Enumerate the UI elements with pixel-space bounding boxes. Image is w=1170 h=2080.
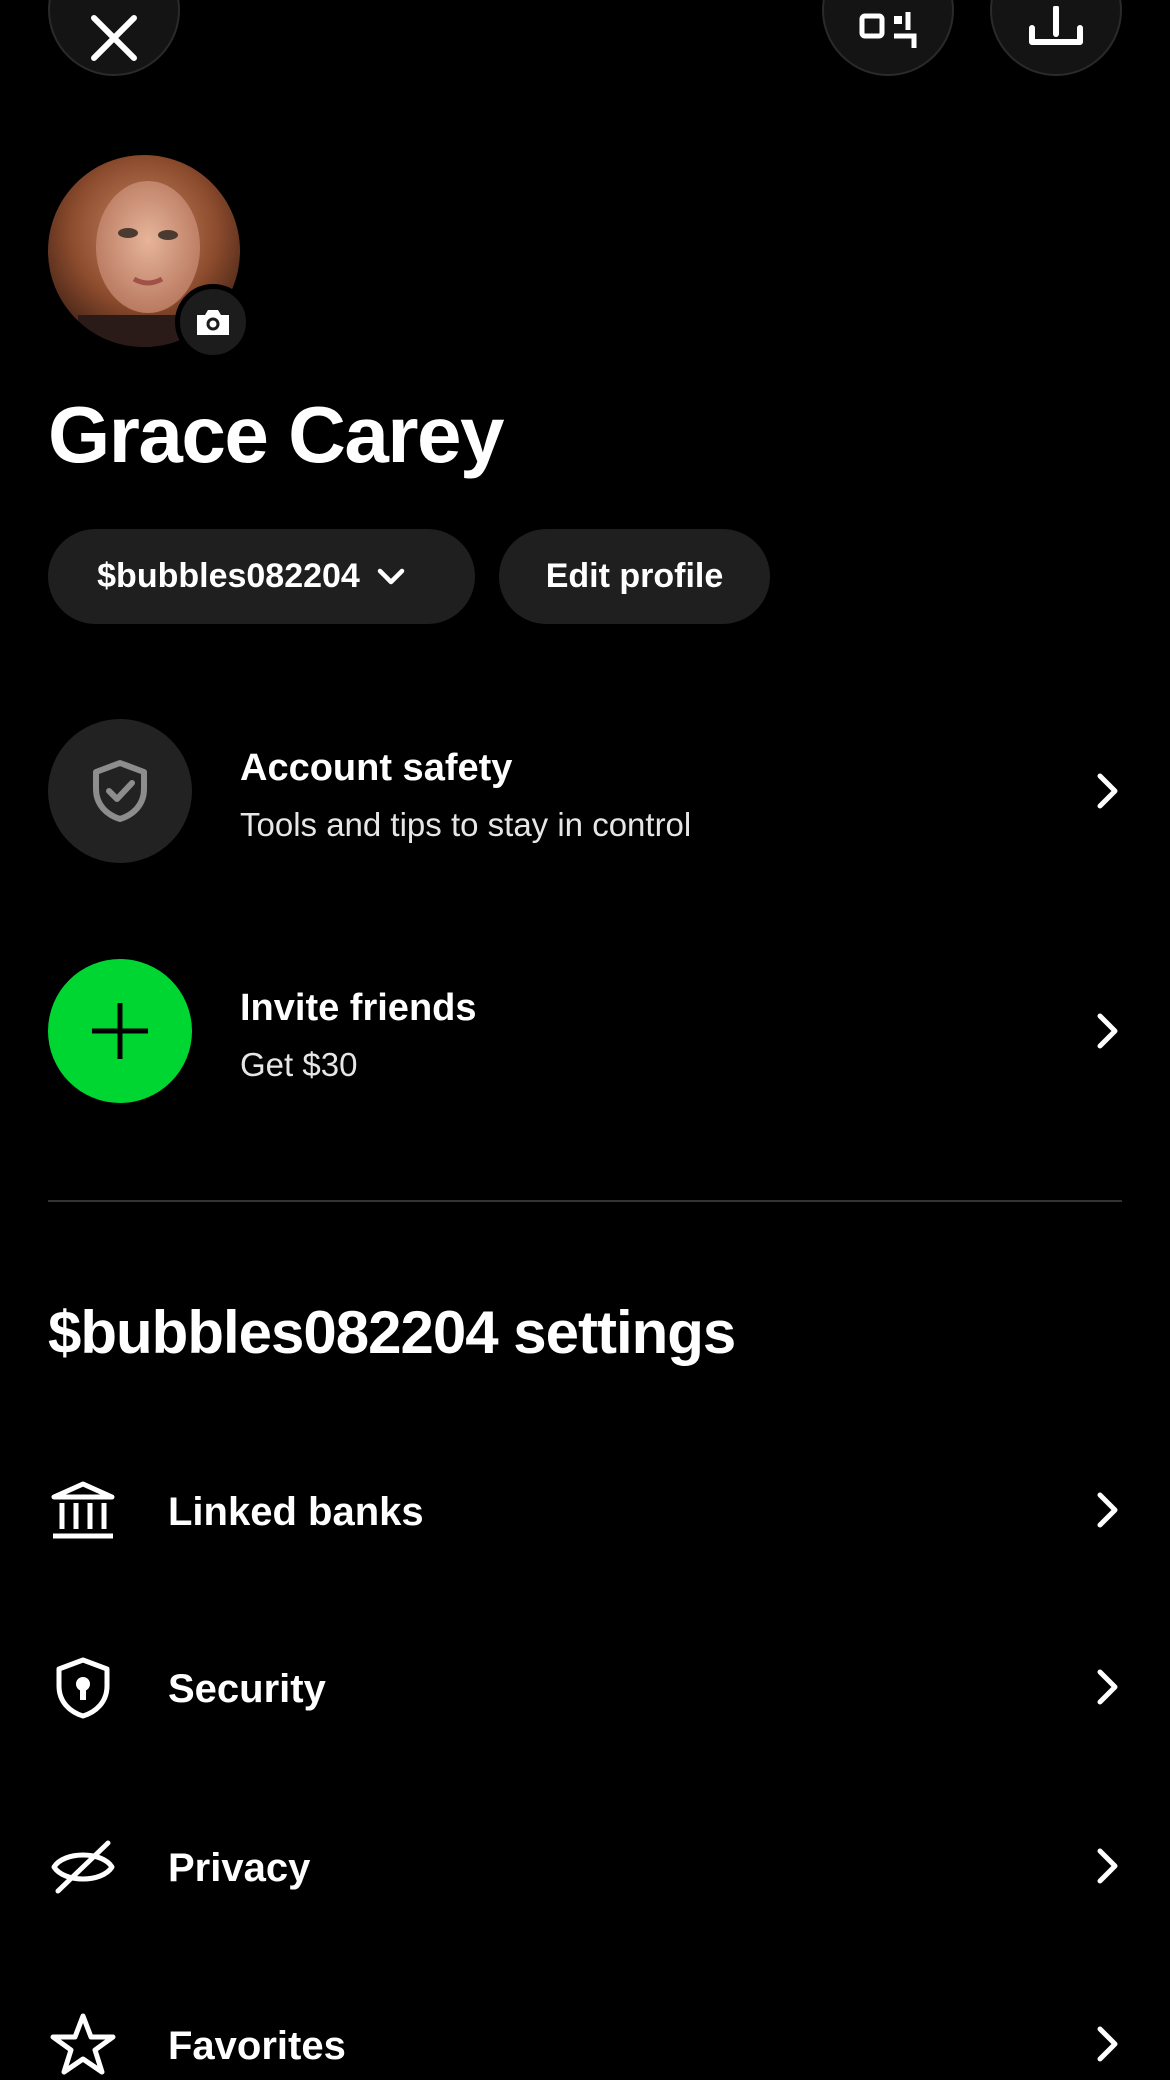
chevron-right-icon [1097,1492,1118,1528]
close-icon [91,15,137,61]
shield-lock-icon [56,1657,110,1719]
shield-check-icon [93,760,147,822]
settings-item-label: Linked banks [168,1490,424,1534]
camera-icon [197,310,229,335]
qr-code-button[interactable] [822,0,954,76]
edit-profile-label: Edit profile [545,557,724,595]
settings-item-privacy[interactable]: Privacy [48,1812,1122,1922]
account-safety-title: Account safety [240,747,513,789]
invite-friends-title: Invite friends [240,987,477,1029]
cashtag-switcher-button[interactable]: $bubbles082204 [48,529,475,624]
account-safety-subtitle: Tools and tips to stay in control [240,806,692,843]
settings-item-label: Security [168,1667,326,1711]
profile-name: Grace Carey [48,390,504,479]
account-safety-row[interactable]: Account safety Tools and tips to stay in… [48,719,1122,865]
chevron-right-icon [1097,2026,1118,2062]
bank-icon [51,1481,115,1539]
settings-item-security[interactable]: Security [48,1633,1122,1743]
share-button[interactable] [990,0,1122,76]
chevron-right-icon [1097,773,1118,809]
chevron-right-icon [1097,1013,1118,1049]
plus-icon [92,1003,148,1059]
settings-heading: $bubbles082204 settings [48,1299,736,1366]
account-safety-icon-container [48,719,192,863]
edit-profile-button[interactable]: Edit profile [499,529,770,624]
eye-off-icon [51,1840,115,1894]
star-icon [50,2013,116,2075]
chevron-right-icon [1097,1848,1118,1884]
close-button[interactable] [48,0,180,76]
share-upload-icon [1029,6,1083,45]
change-photo-button[interactable] [175,284,251,360]
cashtag-label: $bubbles082204 [97,557,360,595]
invite-friends-row[interactable]: Invite friends Get $30 [48,959,1122,1105]
settings-item-label: Favorites [168,2024,346,2068]
chevron-down-icon [377,568,405,584]
settings-item-favorites[interactable]: Favorites [48,1990,1122,2080]
settings-item-label: Privacy [168,1846,311,1890]
qr-scan-icon [859,12,917,48]
invite-friends-subtitle: Get $30 [240,1046,358,1083]
invite-friends-icon-container [48,959,192,1103]
section-divider [48,1200,1122,1202]
chevron-right-icon [1097,1669,1118,1705]
settings-item-linked-banks[interactable]: Linked banks [48,1456,1122,1566]
